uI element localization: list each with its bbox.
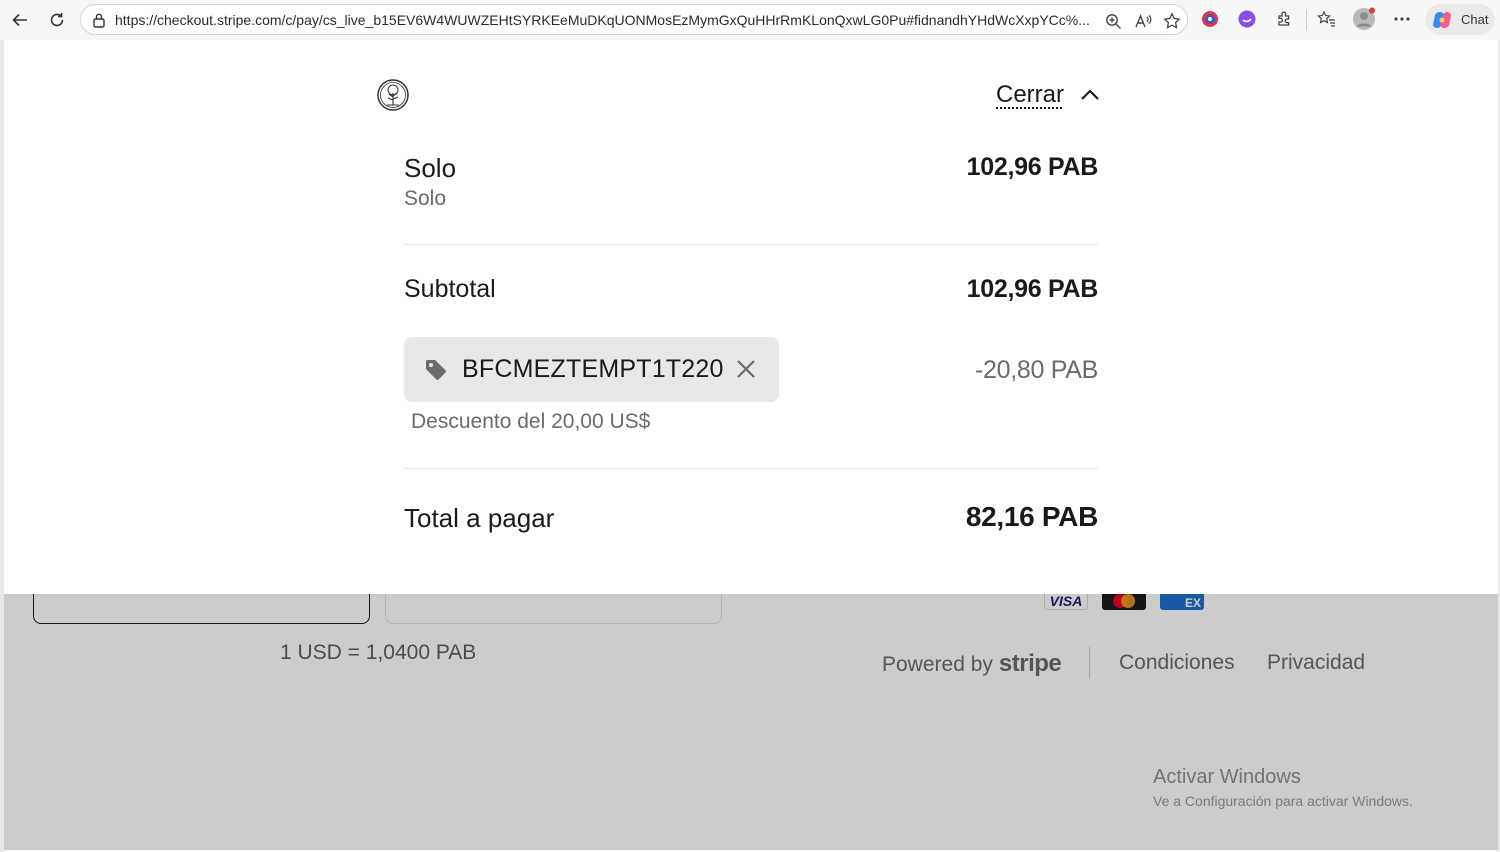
divider	[404, 468, 1098, 469]
merchant-logo-icon	[376, 78, 410, 112]
read-aloud-icon[interactable]	[1132, 10, 1154, 32]
checkout-page: 1 USD = 1,0400 PAB VISA EX Powered by st…	[4, 40, 1498, 850]
extensions-puzzle-icon[interactable]	[1272, 6, 1298, 32]
windows-activation-subtitle: Ve a Configuración para activar Windows.	[1153, 793, 1413, 809]
close-summary-button[interactable]: Cerrar	[996, 78, 1102, 112]
tag-icon	[426, 359, 446, 380]
exchange-rate: 1 USD = 1,0400 PAB	[280, 641, 477, 664]
url-text[interactable]: https://checkout.stripe.com/c/pay/cs_liv…	[115, 12, 1095, 28]
favorite-star-icon[interactable]	[1161, 10, 1183, 32]
zoom-icon[interactable]	[1102, 10, 1124, 32]
extension-shield-icon[interactable]	[1197, 6, 1223, 32]
windows-activation-title: Activar Windows	[1153, 766, 1301, 788]
subtotal-value: 102,96 PAB	[966, 275, 1099, 303]
powered-by-label: Powered by	[882, 653, 993, 676]
powered-by-stripe[interactable]: Powered by stripe	[882, 650, 1062, 678]
toolbar-separator	[1306, 10, 1307, 30]
line-item-name: Solo	[404, 153, 457, 183]
profile-avatar-icon[interactable]	[1351, 6, 1377, 32]
copilot-logo-icon	[1433, 11, 1451, 28]
more-options-icon[interactable]	[1389, 6, 1415, 32]
promo-code-chip: BFCMEZTEMPT1T220	[404, 337, 779, 402]
extension-copilot-icon[interactable]	[1234, 6, 1260, 32]
reload-icon[interactable]	[42, 5, 72, 35]
favorites-icon[interactable]	[1314, 6, 1340, 32]
discount-value: -20,80 PAB	[974, 356, 1098, 384]
promo-code-text: BFCMEZTEMPT1T220	[462, 355, 724, 383]
close-summary-label: Cerrar	[996, 81, 1065, 108]
remove-promo-close-icon[interactable]	[734, 357, 758, 381]
order-summary-panel: Cerrar Solo Solo 102,96 PAB Subtotal 102…	[4, 40, 1498, 594]
stripe-wordmark: stripe	[998, 650, 1062, 677]
checkout-background	[4, 594, 1498, 850]
line-item-price: 102,96 PAB	[966, 153, 1099, 181]
total-label: Total a pagar	[404, 503, 555, 533]
subtotal-label: Subtotal	[404, 275, 496, 303]
back-icon[interactable]	[5, 5, 35, 35]
divider	[404, 244, 1098, 245]
privacy-link[interactable]: Privacidad	[1267, 651, 1365, 675]
browser-toolbar: https://checkout.stripe.com/c/pay/cs_liv…	[0, 0, 1500, 40]
copilot-chat-button[interactable]: Chat	[1425, 4, 1495, 35]
footer-separator	[1089, 647, 1090, 679]
address-bar[interactable]: https://checkout.stripe.com/c/pay/cs_liv…	[80, 4, 1188, 35]
amex-label: EX	[1184, 596, 1201, 610]
line-item-description: Solo	[404, 187, 447, 210]
terms-link[interactable]: Condiciones	[1119, 651, 1235, 675]
lock-icon[interactable]	[89, 10, 109, 30]
total-value: 82,16 PAB	[965, 501, 1098, 532]
visa-label: VISA	[1049, 593, 1083, 609]
chevron-up-icon	[1081, 89, 1099, 100]
chat-label: Chat	[1461, 12, 1489, 27]
discount-description: Descuento del 20,00 US$	[411, 410, 651, 433]
